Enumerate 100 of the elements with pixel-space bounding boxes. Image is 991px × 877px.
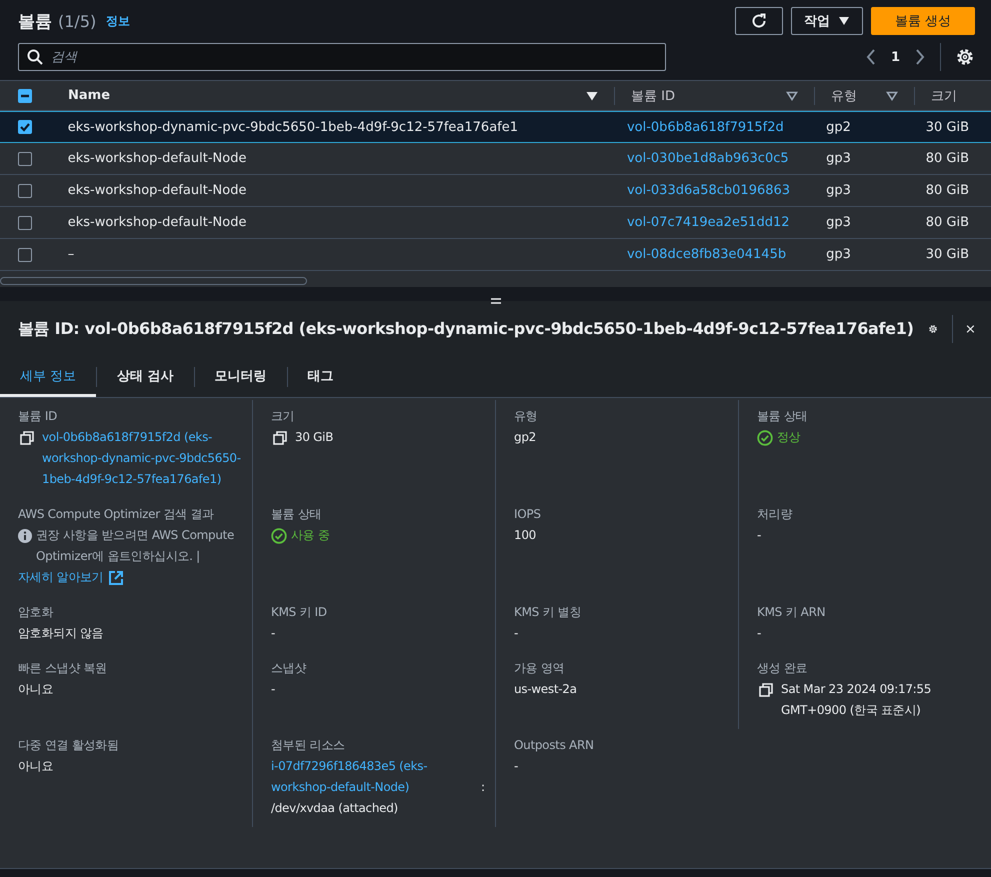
field-value: - — [757, 527, 762, 544]
table-cell: gp3 — [826, 183, 851, 198]
field-value: - — [271, 625, 276, 642]
column-header[interactable]: 볼륨 ID — [631, 86, 675, 104]
instance-link[interactable]: i-07df7296f186483e5 (eks-workshop-default-Node) — [271, 756, 481, 798]
info-link[interactable]: 정보 — [106, 12, 130, 30]
volume-id-link[interactable]: vol-07c7419ea2e51dd12 — [626, 215, 790, 230]
refresh-button[interactable] — [735, 7, 783, 35]
volume-id-link[interactable]: vol-0b6b8a618f7915f2d (eks-workshop-dynamic-pvc-9bdc5650-1beb-4d9f-9c12-57fea176afe1) — [42, 427, 244, 490]
field-value: - — [514, 625, 520, 642]
note-text: 권장 사항을 받으려면 AWS Compute Optimizer에 옵트인하십시오. | — [36, 527, 236, 565]
volume-id-link[interactable]: vol-08dce8fb83e04145b — [626, 247, 786, 262]
info-icon — [18, 529, 32, 543]
select-all-checkbox[interactable] — [18, 88, 32, 102]
table-cell: 80 GiB — [926, 215, 969, 230]
volume-id-link[interactable]: vol-030be1d8ab963c0c5 — [626, 151, 789, 166]
table-cell: gp3 — [826, 215, 851, 230]
field-label: 볼륨 ID — [18, 408, 58, 425]
next-page-icon[interactable] — [914, 48, 926, 66]
field-value: : — [481, 780, 485, 794]
field-value: 30 GiB — [295, 429, 334, 446]
field-value: /dev/xvdaa (attached) — [271, 800, 399, 817]
field-label: AWS Compute Optimizer 검색 결과 — [18, 506, 215, 523]
tab[interactable]: 세부 정보 — [0, 357, 96, 397]
table-cell: 80 GiB — [926, 151, 969, 166]
column-header[interactable]: Name — [68, 88, 110, 103]
table-cell: eks-workshop-dynamic-pvc-9bdc5650-1beb-4d9f-9c12-57fea176afe1 — [68, 120, 518, 134]
field-label: 크기 — [271, 408, 296, 425]
table-cell: 80 GiB — [926, 183, 969, 198]
field-label: 스냅샷 — [271, 660, 308, 677]
status-text: 정상 — [777, 429, 800, 446]
field-label: 볼륨 상태 — [757, 408, 808, 425]
field-value: 아니요 — [18, 681, 54, 698]
table-row[interactable]: eks-workshop-default-Node vol-07c7419ea2e51dd12 gp3 80 GiB — [0, 207, 991, 239]
check-icon — [18, 121, 31, 133]
copy-icon[interactable] — [273, 431, 287, 445]
table-cell: gp2 — [826, 120, 851, 134]
table-cell: 30 GiB — [926, 120, 969, 134]
field-label: 암호화 — [18, 604, 54, 621]
field-value: Sat Mar 23 2024 09:17:55 GMT+0900 (한국 표준시) — [781, 681, 932, 719]
check-circle-icon — [757, 430, 773, 446]
field-label: 유형 — [514, 408, 538, 425]
settings-icon[interactable] — [955, 47, 975, 67]
table-row[interactable]: – vol-08dce8fb83e04145b gp3 30 GiB — [0, 239, 991, 271]
column-header[interactable]: 크기 — [931, 86, 957, 104]
search-icon — [27, 49, 43, 65]
field-value: - — [757, 625, 762, 642]
row-checkbox[interactable] — [18, 248, 32, 262]
refresh-icon — [750, 12, 768, 30]
field-label: 첨부된 리소스 — [271, 737, 346, 754]
field-label: KMS 키 ARN — [757, 604, 826, 621]
field-label: KMS 키 별칭 — [514, 604, 582, 621]
table-row[interactable]: eks-workshop-default-Node vol-033d6a58cb0196863 gp3 80 GiB — [0, 175, 991, 207]
resize-handle-icon[interactable] — [490, 297, 502, 305]
table-cell: gp3 — [826, 247, 851, 262]
learn-more-link[interactable]: 자세히 알아보기 — [18, 567, 124, 588]
field-value: - — [514, 758, 520, 775]
field-label: Outposts ARN — [514, 737, 595, 754]
row-checkbox[interactable] — [18, 120, 32, 134]
tab[interactable]: 상태 검사 — [97, 357, 194, 397]
sort-icon[interactable] — [786, 90, 798, 100]
scrollbar-thumb[interactable] — [0, 277, 307, 285]
row-checkbox[interactable] — [18, 216, 32, 230]
field-label: 처리량 — [757, 506, 794, 523]
volume-id-link[interactable]: vol-0b6b8a618f7915f2d — [626, 120, 784, 134]
tab[interactable]: 모니터링 — [194, 357, 287, 397]
copy-icon[interactable] — [20, 431, 34, 445]
field-label: KMS 키 ID — [271, 604, 328, 621]
column-header[interactable]: 유형 — [831, 86, 857, 104]
copy-icon[interactable] — [759, 683, 773, 697]
field-value: 아니요 — [18, 758, 54, 775]
previous-page-icon[interactable] — [864, 48, 877, 66]
status-text: 사용 중 — [291, 527, 330, 544]
sort-icon[interactable] — [886, 90, 898, 100]
page-title: 볼륨 — [18, 10, 52, 32]
table-row[interactable]: eks-workshop-dynamic-pvc-9bdc5650-1beb-4d9f-9c12-57fea176afe1 vol-0b6b8a618f7915f2d gp2 30 GiB — [0, 111, 991, 143]
table-cell: eks-workshop-default-Node — [68, 215, 246, 230]
field-label: 가용 영역 — [514, 660, 566, 677]
tab[interactable]: 태그 — [288, 357, 354, 397]
field-value: gp2 — [514, 429, 537, 446]
table-cell: eks-workshop-default-Node — [68, 183, 246, 198]
volume-id-link[interactable]: vol-033d6a58cb0196863 — [626, 183, 790, 198]
table-row[interactable]: eks-workshop-default-Node vol-030be1d8ab963c0c5 gp3 80 GiB — [0, 143, 991, 175]
table-cell: 30 GiB — [926, 247, 969, 262]
row-checkbox[interactable] — [18, 184, 32, 198]
search-field[interactable]: 검색 — [18, 43, 666, 71]
table-cell: – — [68, 247, 74, 262]
sort-descending-icon[interactable] — [586, 90, 598, 100]
field-label: 볼륨 상태 — [271, 506, 322, 523]
panel-title: 볼륨 ID: vol-0b6b8a618f7915f2d (eks-workshop-dynamic-pvc-9bdc5650-1beb-4d9f-9c12-57fea176afe1) — [18, 318, 914, 340]
page-number[interactable]: 1 — [890, 50, 900, 64]
row-checkbox[interactable] — [18, 152, 32, 166]
selection-count: (1/5) — [58, 12, 96, 30]
field-label: 빠른 스냅샷 복원 — [18, 660, 108, 677]
create-volume-button[interactable]: 볼륨 생성 — [871, 7, 975, 35]
field-value: 암호화되지 않음 — [18, 625, 104, 642]
field-value: us-west-2a — [514, 681, 578, 698]
field-label: 다중 연결 활성화됨 — [18, 737, 120, 754]
check-circle-icon — [271, 528, 287, 544]
actions-button[interactable]: 작업 — [791, 7, 863, 35]
